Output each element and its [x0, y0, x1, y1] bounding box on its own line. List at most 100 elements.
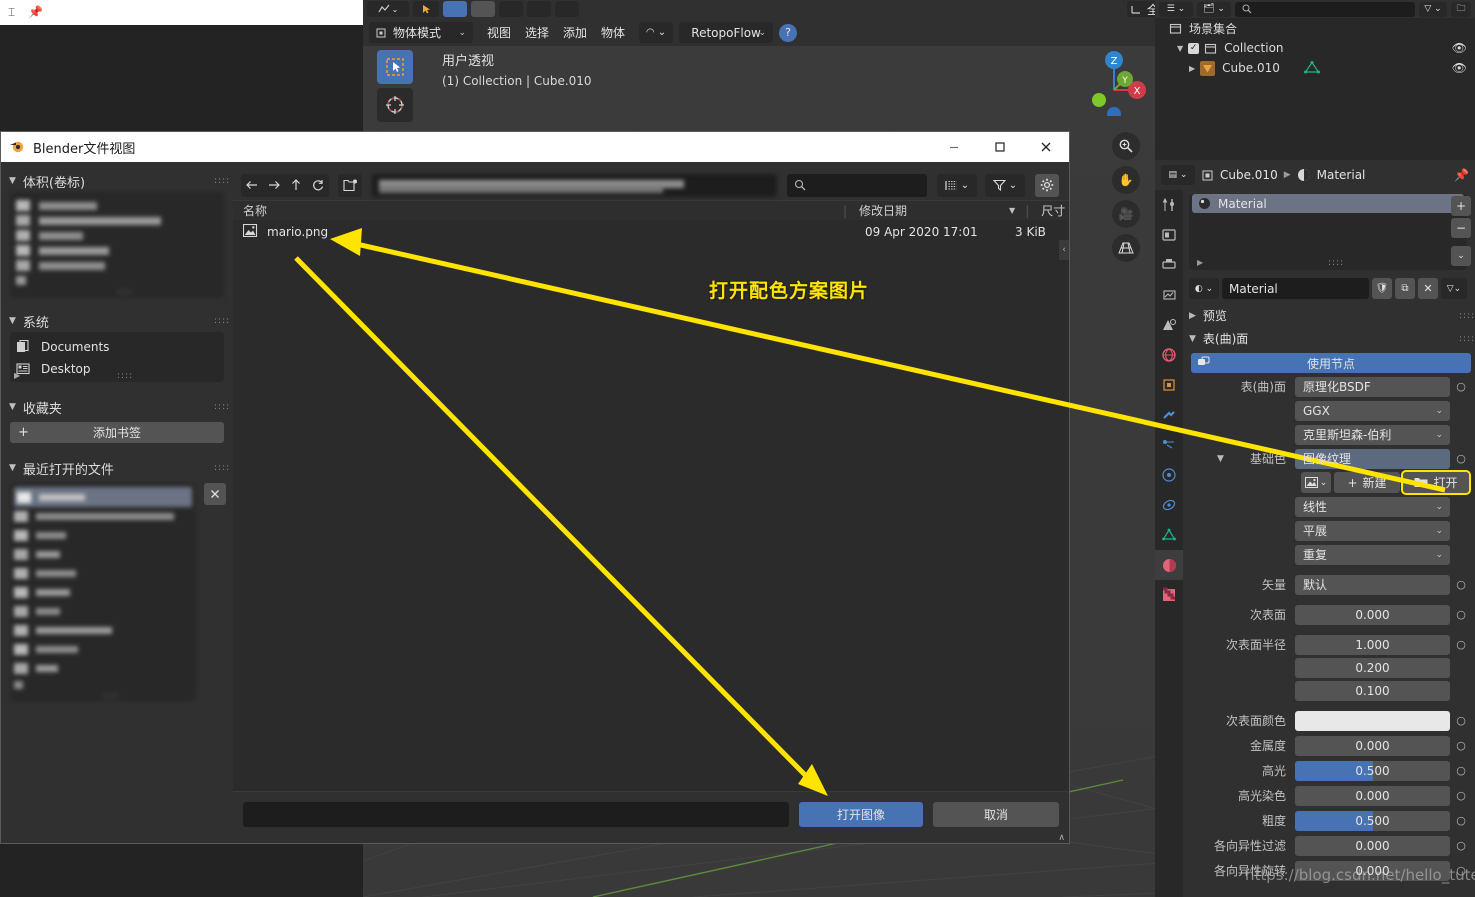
prop-value-specular[interactable]: 0.500: [1295, 760, 1450, 781]
retopoflow-dropdown[interactable]: RetopoFlow ⌄: [679, 22, 774, 43]
sidebar-recent-list[interactable]: ::::: [10, 483, 196, 701]
tab-texture[interactable]: [1155, 580, 1183, 610]
shield-icon[interactable]: 🛡: [1372, 278, 1392, 299]
menu-add[interactable]: 添加: [563, 24, 587, 41]
sidebar-section-recent[interactable]: ▼ 最近打开的文件 ::::: [1, 457, 233, 479]
chevron-down-icon[interactable]: ▼: [1217, 454, 1224, 464]
sidebar-section-bookmarks[interactable]: ▼ 收藏夹 ::::: [1, 396, 233, 418]
select-mode-4-button[interactable]: [527, 1, 551, 17]
file-row-mario[interactable]: mario.png 09 Apr 2020 17:01 3 KiB: [233, 220, 1069, 244]
tab-object[interactable]: [1155, 370, 1183, 400]
prop-value-specular-tint[interactable]: 0.000: [1295, 785, 1450, 806]
prop-value-roughness[interactable]: 0.500: [1295, 810, 1450, 831]
forward-icon[interactable]: [263, 173, 285, 197]
pin-icon[interactable]: 📌: [28, 5, 43, 19]
prop-value-metallic[interactable]: 0.000: [1295, 735, 1450, 756]
hand-icon-right[interactable]: ✋: [1112, 166, 1140, 194]
cursor-icon[interactable]: [377, 88, 413, 122]
prop-value-distribution[interactable]: GGX ⌄: [1295, 400, 1450, 421]
maximize-button[interactable]: [977, 132, 1023, 162]
sidebar-system-list[interactable]: Documents Desktop ▶ ::::: [10, 332, 224, 382]
viewport-toolbar[interactable]: [377, 50, 413, 122]
outliner-filter-button[interactable]: ▽ ⌄: [1419, 1, 1447, 17]
outliner[interactable]: ☰ ⌄ 🗂 ⌄ ▽ ⌄ 🗀 场景集合 ▼ ✓ Collection 👁 ▶ Cu…: [1155, 0, 1475, 160]
material-preview-type-button[interactable]: ▽⌄: [1441, 278, 1467, 299]
prop-row-subsurface-radius-z[interactable]: 0.100: [1185, 680, 1469, 701]
prop-row-subsurface-method[interactable]: 克里斯坦森-伯利 ⌄: [1185, 424, 1469, 445]
eye-icon[interactable]: 👁: [1452, 61, 1467, 75]
breadcrumb-material[interactable]: Material: [1317, 168, 1366, 182]
breadcrumb-object[interactable]: Cube.010: [1220, 168, 1278, 182]
menu-select[interactable]: 选择: [525, 24, 549, 41]
camera-icon[interactable]: 🎥: [1112, 200, 1140, 228]
material-name-input[interactable]: Material: [1222, 278, 1369, 299]
prop-value-interpolation[interactable]: 线性 ⌄: [1295, 496, 1450, 517]
socket-dot-icon[interactable]: ○: [1453, 377, 1469, 397]
sort-desc-icon[interactable]: ▼: [1009, 206, 1015, 215]
close-icon[interactable]: ✕: [1418, 278, 1438, 299]
tab-material[interactable]: [1155, 550, 1183, 580]
open-image-confirm-button[interactable]: 打开图像: [799, 802, 923, 827]
prop-row-roughness[interactable]: 粗度 0.500 ○: [1185, 810, 1469, 831]
prop-row-surface[interactable]: 表(曲)面 原理化BSDF ○: [1185, 376, 1469, 397]
question-icon[interactable]: ?: [779, 23, 798, 42]
add-slot-button[interactable]: +: [1451, 196, 1471, 216]
object-gizmo-dropdown[interactable]: ◠ ⌄: [639, 22, 674, 43]
tab-constraint[interactable]: [1155, 490, 1183, 520]
new-image-button[interactable]: + 新建: [1334, 472, 1400, 493]
chevron-down-icon[interactable]: ▼: [1189, 334, 1196, 344]
chevron-down-icon[interactable]: ⌄: [1435, 550, 1443, 560]
prop-row-subsurface-radius-y[interactable]: 0.200: [1185, 657, 1469, 678]
menu-view[interactable]: 视图: [487, 24, 511, 41]
viewport-nav-right[interactable]: ✋ 🎥: [1112, 132, 1140, 262]
prop-row-base-color[interactable]: ▼ 基础色 图像纹理 ○: [1185, 448, 1469, 469]
navigation-gizmo[interactable]: Z X Y: [1080, 42, 1154, 121]
section-preview[interactable]: ▶ 预览 ::::: [1189, 307, 1475, 324]
tab-render[interactable]: [1155, 220, 1183, 250]
prop-row-anisotropic[interactable]: 各向异性过滤 0.000 ○: [1185, 835, 1469, 856]
select-mode-5-button[interactable]: [555, 1, 579, 17]
prop-value-subsurface-radius-z[interactable]: 0.100: [1295, 680, 1450, 701]
material-datablock-row[interactable]: ◐ ⌄ Material 🛡 ⧉ ✕ ▽⌄: [1189, 278, 1467, 299]
tab-scene[interactable]: [1155, 310, 1183, 340]
socket-dot-icon[interactable]: ○: [1453, 786, 1469, 806]
expand-arrow-icon[interactable]: ▶: [14, 371, 20, 380]
minimize-button[interactable]: [931, 132, 977, 162]
socket-dot-icon[interactable]: ○: [1453, 449, 1469, 469]
use-nodes-button[interactable]: 使用节点: [1191, 353, 1471, 373]
filename-input[interactable]: [243, 802, 789, 827]
properties-body[interactable]: Material ▶ :::: + − ⌄ ◐ ⌄ Material 🛡 ⧉ ✕…: [1183, 190, 1475, 897]
new-folder-icon[interactable]: [338, 173, 362, 197]
chevron-right-icon[interactable]: ▶: [1189, 64, 1195, 73]
back-icon[interactable]: [241, 173, 263, 197]
funnel-icon[interactable]: ⌄: [985, 173, 1025, 197]
select-box-icon[interactable]: [377, 50, 413, 84]
left-tab-icon-1[interactable]: ⌶: [8, 5, 15, 20]
prop-row-vector[interactable]: 矢量 默认 ○: [1185, 574, 1469, 595]
prop-row-subsurface-radius-x[interactable]: 次表面半径 1.000 ○: [1185, 634, 1469, 655]
material-slot-list[interactable]: Material ▶ ::::: [1189, 194, 1467, 270]
outliner-search-input[interactable]: [1235, 1, 1415, 17]
sidebar-section-volumes[interactable]: ▼ 体积(卷标) ::::: [1, 170, 233, 192]
prop-row-projection[interactable]: 平展 ⌄: [1185, 520, 1469, 541]
sidebar-volumes-list[interactable]: ::::: [10, 192, 224, 298]
socket-dot-icon[interactable]: ○: [1453, 811, 1469, 831]
resize-grip-icon[interactable]: ∧: [1058, 833, 1065, 843]
chevron-down-icon[interactable]: ▼: [9, 463, 16, 473]
select-mode-3-button[interactable]: [499, 1, 523, 17]
zoom-icon-right[interactable]: [1112, 132, 1140, 160]
prop-value-vector[interactable]: 默认: [1295, 574, 1450, 595]
image-browse-icon[interactable]: ⌄: [1301, 472, 1331, 493]
browse-material-button[interactable]: ◐ ⌄: [1189, 278, 1219, 299]
outliner-new-collection-button[interactable]: 🗀: [1451, 1, 1471, 17]
socket-dot-icon[interactable]: ○: [1453, 605, 1469, 625]
tab-object-data[interactable]: [1155, 520, 1183, 550]
slot-menu-button[interactable]: ⌄: [1451, 246, 1471, 266]
prop-value-subsurface-radius-x[interactable]: 1.000: [1295, 634, 1450, 655]
socket-dot-icon[interactable]: ○: [1453, 761, 1469, 781]
chevron-down-icon[interactable]: ▼: [9, 176, 16, 186]
tab-particles[interactable]: [1155, 430, 1183, 460]
outliner-item-cube[interactable]: ▶ Cube.010 👁: [1155, 58, 1475, 78]
slot-expand-arrow[interactable]: ▶: [1197, 258, 1203, 267]
list-view-icon[interactable]: ⌄: [937, 173, 977, 197]
